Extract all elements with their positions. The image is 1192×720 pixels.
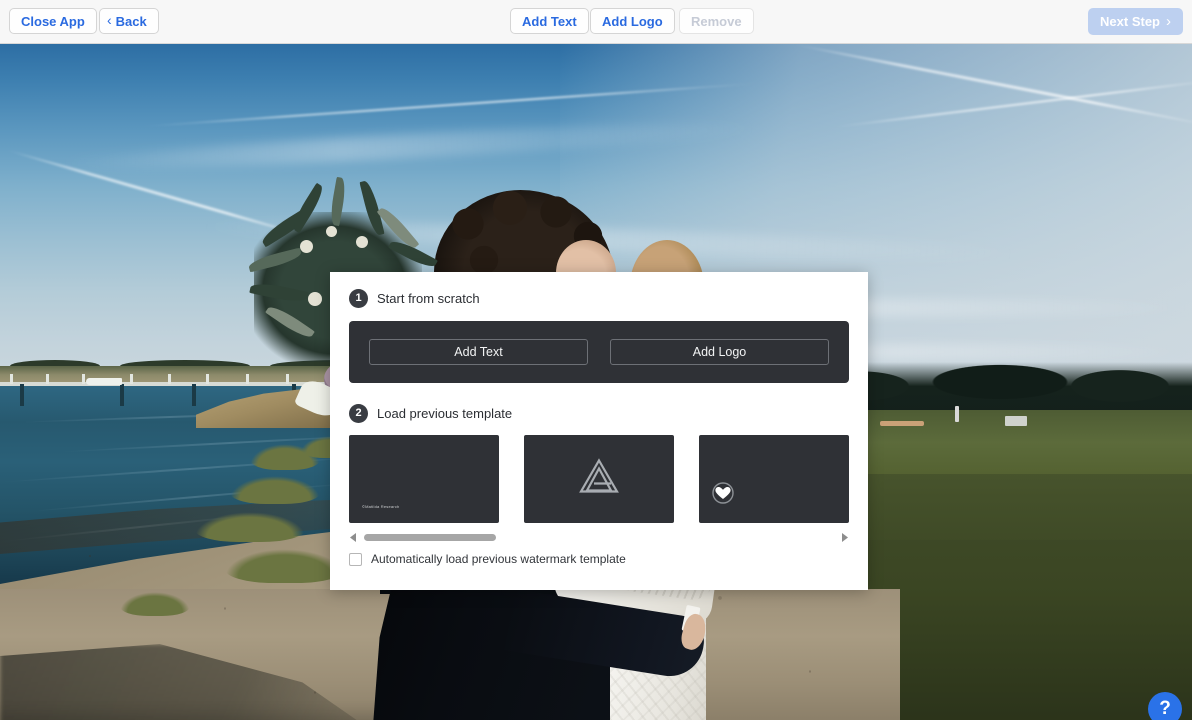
watermark-setup-dialog: 1 Start from scratch Add Text Add Logo 2… [330, 272, 868, 590]
back-label: Back [115, 13, 147, 29]
pier-rail [206, 374, 209, 384]
template-scrollbar[interactable] [349, 530, 849, 544]
next-step-label: Next Step [1100, 14, 1160, 29]
distant-person [955, 406, 959, 422]
autoload-template-row[interactable]: Automatically load previous watermark te… [349, 552, 849, 566]
pier-rail [168, 374, 171, 384]
scrollbar-thumb[interactable] [364, 533, 496, 541]
close-app-button[interactable]: Close App [9, 8, 97, 34]
pier-rail [46, 374, 49, 384]
moored-boat [86, 378, 122, 385]
pier-post [120, 384, 124, 406]
pier-rail [130, 374, 133, 384]
autoload-template-label: Automatically load previous watermark te… [371, 552, 626, 566]
pier-rail [10, 374, 13, 384]
flower-bud [326, 226, 337, 237]
step-1-header: 1 Start from scratch [330, 272, 868, 308]
toolbar-add-logo-label: Add Logo [602, 13, 663, 29]
back-button[interactable]: ‹ Back [99, 8, 159, 34]
next-step-button[interactable]: Next Step › [1088, 8, 1183, 35]
start-from-scratch-panel: Add Text Add Logo [349, 321, 849, 383]
scrollbar-track[interactable] [364, 533, 834, 541]
logo-a-icon [577, 457, 621, 502]
pier-rail [82, 374, 85, 384]
step-2-number: 2 [349, 404, 368, 423]
template-thumbnail[interactable] [699, 435, 849, 523]
grass-tuft [230, 476, 320, 504]
heart-badge-icon [712, 482, 734, 509]
flower-bud [356, 236, 368, 248]
dialog-add-text-label: Add Text [454, 345, 503, 359]
template-watermark-text: ©Matilda Research [362, 504, 400, 509]
dialog-add-logo-label: Add Logo [692, 345, 747, 359]
distant-object [1005, 416, 1027, 426]
chevron-left-icon: ‹ [107, 12, 112, 28]
distant-boat [880, 421, 924, 426]
step-2-title: Load previous template [377, 406, 513, 421]
step-2-header: 2 Load previous template [330, 383, 868, 423]
scroll-left-arrow-icon[interactable] [349, 532, 358, 543]
template-thumbnail[interactable]: ©Matilda Research [349, 435, 499, 523]
top-toolbar: Close App ‹ Back Add Text Add Logo Remov… [0, 0, 1192, 44]
step-1-number: 1 [349, 289, 368, 308]
template-thumbnail[interactable] [524, 435, 674, 523]
help-label: ? [1159, 698, 1171, 719]
toolbar-add-logo-button[interactable]: Add Logo [590, 8, 675, 34]
dialog-add-text-button[interactable]: Add Text [369, 339, 588, 365]
scroll-right-arrow-icon[interactable] [840, 532, 849, 543]
chevron-right-icon: › [1166, 13, 1171, 30]
toolbar-add-text-button[interactable]: Add Text [510, 8, 589, 34]
photo-canvas[interactable]: 1 Start from scratch Add Text Add Logo 2… [0, 44, 1192, 720]
help-button[interactable]: ? [1148, 692, 1182, 720]
flower-bud [308, 292, 322, 306]
autoload-template-checkbox[interactable] [349, 552, 362, 566]
remove-label: Remove [691, 13, 742, 29]
pier-post [192, 384, 196, 406]
step-1-title: Start from scratch [377, 291, 480, 306]
toolbar-add-text-label: Add Text [522, 13, 577, 29]
template-thumbnail-list: ©Matilda Research [349, 435, 849, 523]
close-app-label: Close App [21, 13, 85, 29]
flower-bud [300, 240, 313, 253]
remove-button: Remove [679, 8, 754, 34]
dialog-add-logo-button[interactable]: Add Logo [610, 339, 829, 365]
pier-post [20, 384, 24, 406]
